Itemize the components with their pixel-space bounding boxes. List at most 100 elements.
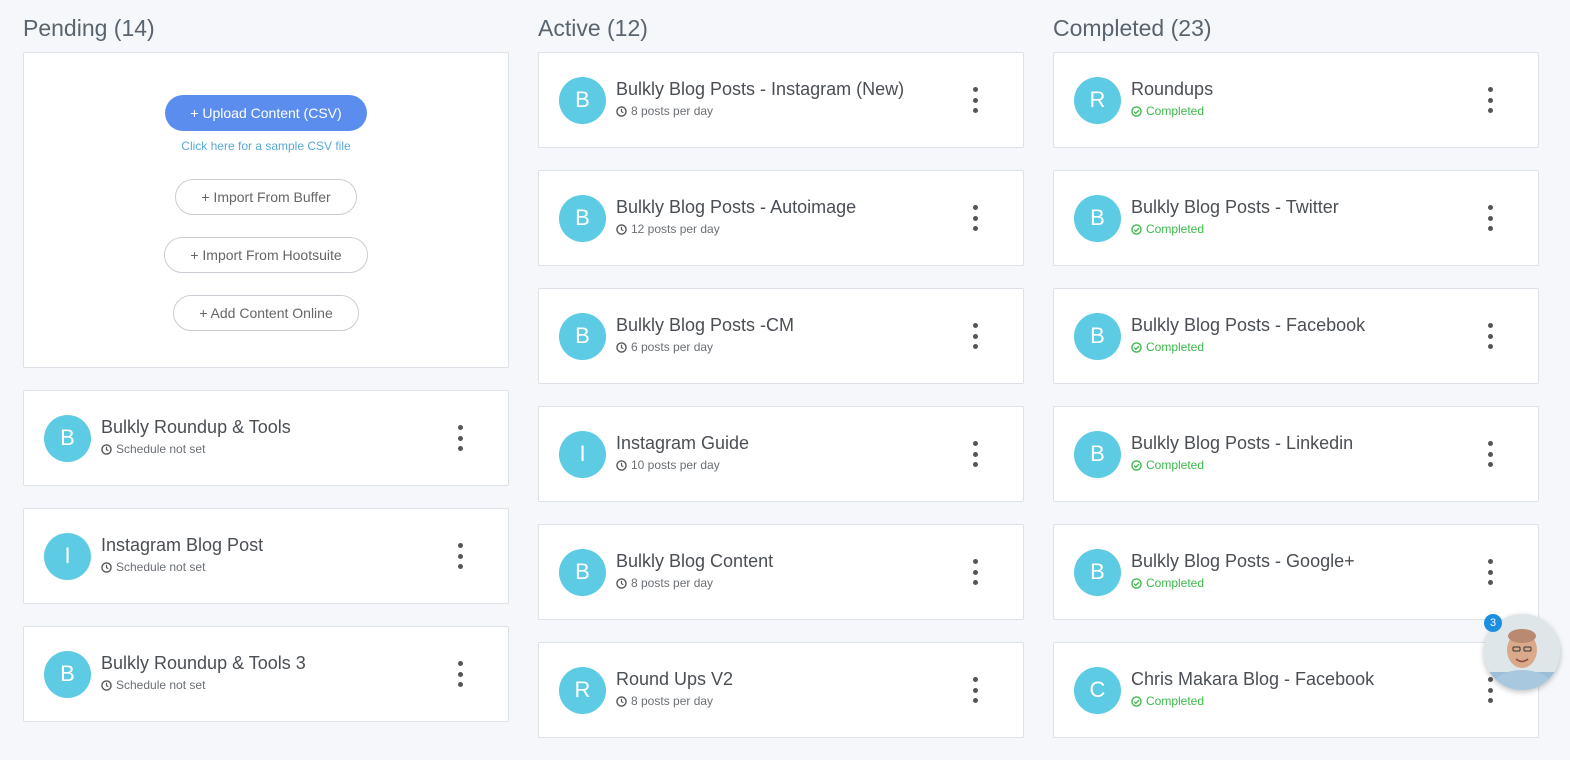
upload-content-card: + Upload Content (CSV) Click here for a … xyxy=(23,52,509,368)
card-schedule: 8 posts per day xyxy=(616,576,773,590)
add-content-online-button[interactable]: + Add Content Online xyxy=(173,295,359,331)
card-status: Completed xyxy=(1131,222,1339,236)
check-circle-icon xyxy=(1131,223,1142,235)
avatar: R xyxy=(559,666,606,714)
more-options-icon[interactable] xyxy=(971,87,979,113)
card-title[interactable]: Roundups xyxy=(1131,78,1213,100)
card-title[interactable]: Bulkly Blog Posts - Google+ xyxy=(1131,550,1355,572)
avatar: I xyxy=(559,430,606,478)
clock-icon xyxy=(616,223,627,235)
import-hootsuite-button[interactable]: + Import From Hootsuite xyxy=(164,237,368,273)
card-status-text: Schedule not set xyxy=(116,678,206,692)
card-title[interactable]: Bulkly Blog Posts - Facebook xyxy=(1131,314,1365,336)
completed-card[interactable]: B Bulkly Blog Posts - Google+ Completed xyxy=(1053,524,1539,620)
avatar: B xyxy=(559,76,606,124)
card-schedule: 8 posts per day xyxy=(616,694,733,708)
avatar: B xyxy=(1074,430,1121,478)
completed-card[interactable]: R Roundups Completed xyxy=(1053,52,1539,148)
active-card[interactable]: B Bulkly Blog Content 8 posts per day xyxy=(538,524,1024,620)
clock-icon xyxy=(616,459,627,471)
more-options-icon[interactable] xyxy=(1486,205,1494,231)
card-status: Schedule not set xyxy=(101,678,306,692)
card-status-text: Completed xyxy=(1146,458,1205,472)
clock-icon xyxy=(616,341,627,353)
avatar: B xyxy=(559,194,606,242)
card-title[interactable]: Bulkly Blog Posts - Instagram (New) xyxy=(616,78,904,100)
more-options-icon[interactable] xyxy=(1486,559,1494,585)
completed-column-title: Completed (23) xyxy=(1053,15,1212,41)
more-options-icon[interactable] xyxy=(1486,677,1494,703)
import-buffer-button[interactable]: + Import From Buffer xyxy=(175,179,357,215)
card-status: Completed xyxy=(1131,458,1353,472)
check-circle-icon xyxy=(1131,577,1142,589)
more-options-icon[interactable] xyxy=(971,559,979,585)
more-options-icon[interactable] xyxy=(1486,87,1494,113)
clock-icon xyxy=(101,561,112,573)
card-status-text: Completed xyxy=(1146,222,1205,236)
active-card[interactable]: I Instagram Guide 10 posts per day xyxy=(538,406,1024,502)
card-schedule: 8 posts per day xyxy=(616,104,904,118)
active-column: Active (12) B Bulkly Blog Posts - Instag… xyxy=(538,0,1024,760)
check-circle-icon xyxy=(1131,105,1142,117)
card-schedule-text: 8 posts per day xyxy=(631,576,714,590)
check-circle-icon xyxy=(1131,695,1142,707)
card-title[interactable]: Bulkly Blog Posts - Twitter xyxy=(1131,196,1339,218)
completed-card[interactable]: B Bulkly Blog Posts - Linkedin Completed xyxy=(1053,406,1539,502)
active-card[interactable]: B Bulkly Blog Posts - Autoimage 12 posts… xyxy=(538,170,1024,266)
active-card[interactable]: R Round Ups V2 8 posts per day xyxy=(538,642,1024,738)
completed-card[interactable]: C Chris Makara Blog - Facebook Completed xyxy=(1053,642,1539,738)
card-status: Completed xyxy=(1131,104,1213,118)
card-schedule: 6 posts per day xyxy=(616,340,794,354)
card-status: Completed xyxy=(1131,340,1365,354)
pending-column: Pending (14) + Upload Content (CSV) Clic… xyxy=(23,0,509,744)
active-card[interactable]: B Bulkly Blog Posts - Instagram (New) 8 … xyxy=(538,52,1024,148)
avatar: B xyxy=(1074,194,1121,242)
clock-icon xyxy=(616,105,627,117)
chat-notification-badge: 3 xyxy=(1484,614,1502,632)
more-options-icon[interactable] xyxy=(1486,323,1494,349)
card-title[interactable]: Bulkly Roundup & Tools xyxy=(101,416,291,438)
card-status-text: Schedule not set xyxy=(116,560,206,574)
card-title[interactable]: Bulkly Blog Posts -CM xyxy=(616,314,794,336)
sample-csv-link[interactable]: Click here for a sample CSV file xyxy=(181,139,350,153)
card-title[interactable]: Chris Makara Blog - Facebook xyxy=(1131,668,1374,690)
card-schedule-text: 10 posts per day xyxy=(631,458,720,472)
card-title[interactable]: Bulkly Blog Posts - Autoimage xyxy=(616,196,856,218)
avatar: B xyxy=(559,312,606,360)
more-options-icon[interactable] xyxy=(971,323,979,349)
more-options-icon[interactable] xyxy=(971,677,979,703)
more-options-icon[interactable] xyxy=(971,205,979,231)
card-title[interactable]: Bulkly Roundup & Tools 3 xyxy=(101,652,306,674)
card-title[interactable]: Bulkly Blog Posts - Linkedin xyxy=(1131,432,1353,454)
completed-card[interactable]: B Bulkly Blog Posts - Twitter Completed xyxy=(1053,170,1539,266)
active-column-title: Active (12) xyxy=(538,15,648,41)
card-schedule: 10 posts per day xyxy=(616,458,749,472)
pending-column-title: Pending (14) xyxy=(23,15,155,41)
upload-csv-button[interactable]: + Upload Content (CSV) xyxy=(165,95,367,131)
pending-card[interactable]: B Bulkly Roundup & Tools 3 Schedule not … xyxy=(23,626,509,722)
check-circle-icon xyxy=(1131,341,1142,353)
completed-card[interactable]: B Bulkly Blog Posts - Facebook Completed xyxy=(1053,288,1539,384)
card-schedule-text: 12 posts per day xyxy=(631,222,720,236)
card-title[interactable]: Instagram Guide xyxy=(616,432,749,454)
pending-card[interactable]: I Instagram Blog Post Schedule not set xyxy=(23,508,509,604)
more-options-icon[interactable] xyxy=(1486,441,1494,467)
avatar: B xyxy=(44,414,91,462)
clock-icon xyxy=(616,695,627,707)
pending-card[interactable]: B Bulkly Roundup & Tools Schedule not se… xyxy=(23,390,509,486)
more-options-icon[interactable] xyxy=(456,425,464,451)
card-status-text: Schedule not set xyxy=(116,442,206,456)
more-options-icon[interactable] xyxy=(456,661,464,687)
avatar: C xyxy=(1074,666,1121,714)
card-title[interactable]: Bulkly Blog Content xyxy=(616,550,773,572)
more-options-icon[interactable] xyxy=(456,543,464,569)
card-title[interactable]: Instagram Blog Post xyxy=(101,534,263,556)
more-options-icon[interactable] xyxy=(971,441,979,467)
clock-icon xyxy=(616,577,627,589)
active-card[interactable]: B Bulkly Blog Posts -CM 6 posts per day xyxy=(538,288,1024,384)
card-status-text: Completed xyxy=(1146,340,1205,354)
card-schedule-text: 8 posts per day xyxy=(631,104,714,118)
card-status-text: Completed xyxy=(1146,576,1205,590)
card-title[interactable]: Round Ups V2 xyxy=(616,668,733,690)
card-schedule-text: 6 posts per day xyxy=(631,340,714,354)
